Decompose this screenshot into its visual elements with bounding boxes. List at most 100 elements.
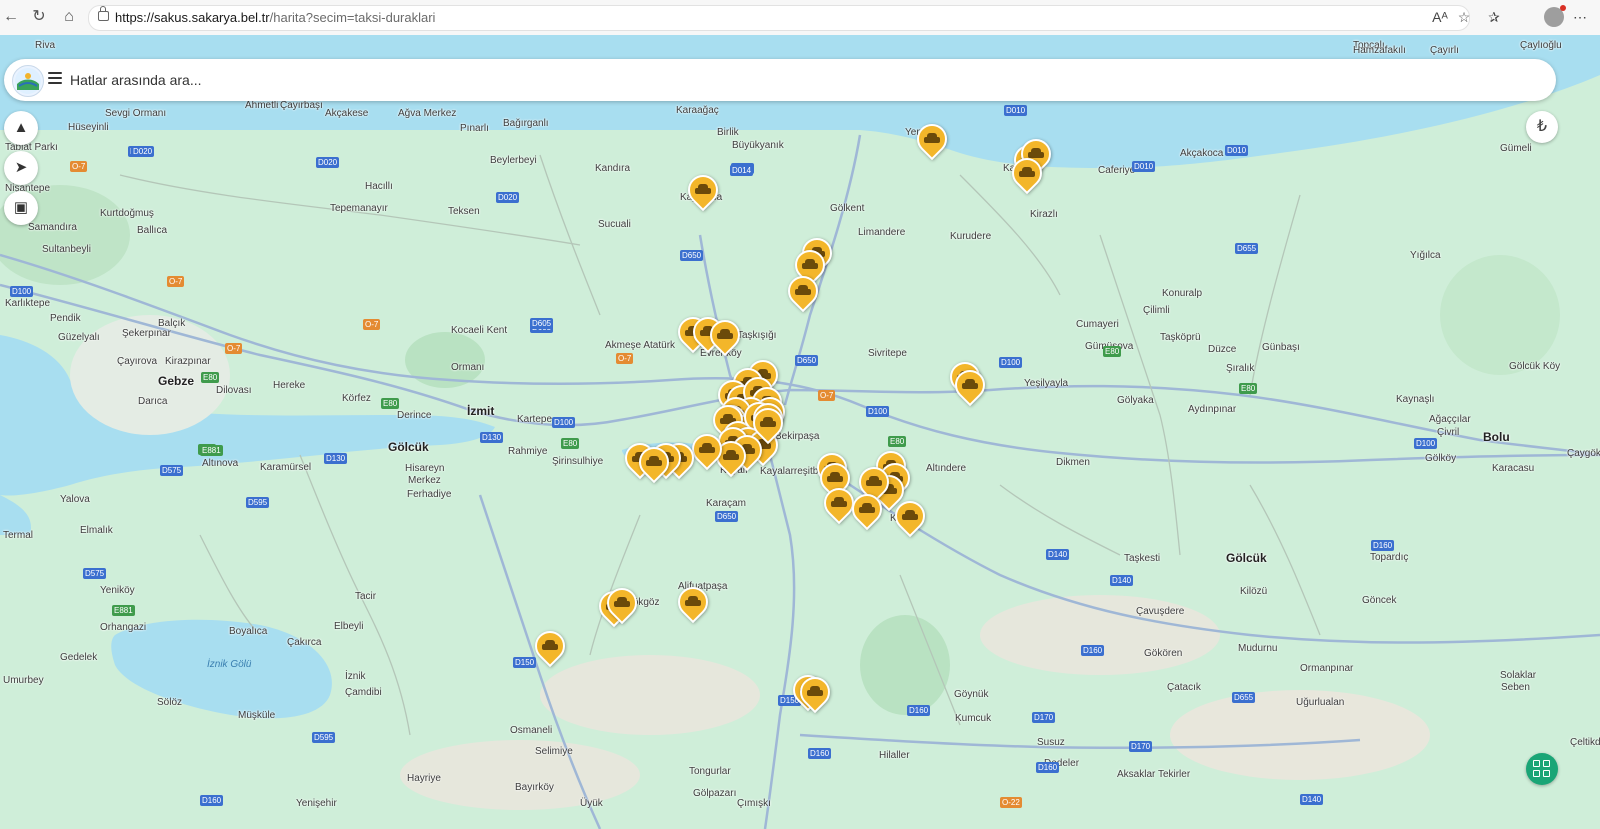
place-label: Çatacık xyxy=(1167,682,1201,693)
place-label: Aksaklar Tekirler xyxy=(1117,769,1191,780)
place-label: Hüseyinli xyxy=(68,122,109,133)
road-shield: E881 xyxy=(112,605,135,616)
taxi-icon xyxy=(831,497,847,507)
place-label: Tabiat Parkı xyxy=(5,142,58,153)
taxi-stop-marker[interactable] xyxy=(528,624,572,671)
taxi-icon xyxy=(646,456,662,466)
taxi-stop-marker[interactable] xyxy=(671,580,715,627)
place-label: Ormanpınar xyxy=(1300,663,1354,674)
place-label: Konuralp xyxy=(1162,288,1203,299)
place-label: Mudurnu xyxy=(1238,643,1278,654)
road-shield: E80 xyxy=(561,438,580,449)
place-label: Hereke xyxy=(273,380,306,391)
taxi-stop-marker[interactable] xyxy=(703,313,747,360)
reload-icon[interactable]: ↻ xyxy=(28,6,50,28)
place-label: Çayırlı xyxy=(1430,45,1459,56)
road-shield: D130 xyxy=(480,432,504,443)
place-label: İzmit xyxy=(467,404,495,418)
taxi-icon xyxy=(760,417,776,427)
taxi-stop-marker[interactable] xyxy=(1005,151,1049,198)
place-label: Samandıra xyxy=(28,222,77,233)
taxi-stop-marker[interactable] xyxy=(910,117,954,164)
favorite-star-icon[interactable]: ☆ xyxy=(1454,7,1474,27)
road-shield: D655 xyxy=(1235,243,1259,254)
place-label: Hisareyn xyxy=(405,463,445,474)
taxi-icon xyxy=(723,450,739,460)
place-label: Derince xyxy=(397,410,432,421)
search-input[interactable]: Hatlar arasında ara... xyxy=(70,72,202,88)
road-shield: D100 xyxy=(10,286,34,297)
place-label: Hilaller xyxy=(879,750,910,761)
taxi-stop-marker[interactable] xyxy=(793,670,837,717)
taxi-stop-marker[interactable] xyxy=(685,427,729,474)
road-shield: D020 xyxy=(131,146,155,157)
place-label: Büyükyanık xyxy=(732,140,784,151)
place-label: Gölcük xyxy=(1226,551,1267,565)
bus-route-icon[interactable]: ▣ xyxy=(4,191,38,225)
road-shield: E80 xyxy=(1239,383,1258,394)
profile-avatar[interactable] xyxy=(1544,5,1566,27)
hamburger-menu-icon[interactable] xyxy=(48,72,62,86)
place-label: Akçakoca xyxy=(1180,148,1224,159)
place-label: Hacıllı xyxy=(365,181,393,192)
place-label: Şekerpınar xyxy=(122,328,171,339)
taxi-stop-marker[interactable] xyxy=(817,481,861,528)
place-label: Kandıra xyxy=(595,163,631,174)
road-shield: D170 xyxy=(1032,712,1056,723)
place-label: Tongurlar xyxy=(689,766,731,777)
apps-grid-icon[interactable] xyxy=(1526,753,1558,785)
taxi-stop-marker[interactable] xyxy=(681,168,725,215)
place-label: Elbeyli xyxy=(334,621,364,632)
place-label: Cumayeri xyxy=(1076,319,1119,330)
place-label: Gölcük xyxy=(388,440,429,454)
place-label: İznik Gölü xyxy=(207,659,252,670)
place-label: Şıralık xyxy=(1226,363,1255,374)
compass-icon[interactable]: ▲ xyxy=(4,111,38,145)
road-shield: E80 xyxy=(1103,346,1122,357)
road-shield: D010 xyxy=(1132,161,1156,172)
place-label: Rahmiye xyxy=(508,446,548,457)
search-bar[interactable]: Hatlar arasında ara... xyxy=(4,59,1556,101)
place-label: Ferhadiye xyxy=(407,489,452,500)
place-label: Bolu xyxy=(1483,430,1510,444)
taxi-stop-marker[interactable] xyxy=(600,581,644,628)
place-label: Darıca xyxy=(138,396,168,407)
taxi-stop-marker[interactable] xyxy=(845,487,889,534)
locate-me-icon[interactable]: ➤ xyxy=(4,151,38,185)
more-options-icon[interactable]: ⋯ xyxy=(1570,7,1590,27)
taxi-stop-marker[interactable] xyxy=(632,440,676,487)
road-shield: D575 xyxy=(160,465,184,476)
home-icon[interactable]: ⌂ xyxy=(58,6,80,28)
place-label: Orhangazi xyxy=(100,622,147,633)
place-label: Taşköprü xyxy=(1160,332,1201,343)
browser-toolbar: ← ↻ ⌂ https://sakus.sakarya.bel.tr/harit… xyxy=(0,0,1600,36)
road-shield: D595 xyxy=(312,732,336,743)
sakus-logo[interactable] xyxy=(12,65,44,97)
road-shield: D130 xyxy=(324,453,348,464)
place-label: Aydınpınar xyxy=(1188,404,1237,415)
place-label: Yeniköy xyxy=(100,585,135,596)
taxi-stop-marker[interactable] xyxy=(888,494,932,541)
place-label: Gökören xyxy=(1144,648,1183,659)
place-label: Termal xyxy=(3,530,34,541)
place-label: Sevgi Ormanı xyxy=(105,108,167,119)
road-shield: D650 xyxy=(795,355,819,366)
road-shield: D650 xyxy=(715,511,739,522)
map-canvas[interactable]: Riva Topçalı Hamzafakılı Çayırlı Çaylıoğlu Se… xyxy=(0,35,1600,829)
taxi-stop-marker[interactable] xyxy=(781,269,825,316)
read-aloud-icon[interactable]: Aᴬ xyxy=(1430,7,1450,27)
place-label: Müşküle xyxy=(238,710,276,721)
road-shield: D160 xyxy=(1081,645,1105,656)
place-label: Kurudere xyxy=(950,231,992,242)
fare-lira-icon[interactable]: ₺ xyxy=(1526,111,1558,143)
road-shield: D010 xyxy=(1225,145,1249,156)
place-label: Çaygökpınar xyxy=(1567,448,1600,459)
address-bar[interactable]: https://sakus.sakarya.bel.tr/harita?seci… xyxy=(88,5,1470,31)
place-label: Kumcuk xyxy=(955,713,992,724)
place-label: Göynük xyxy=(954,689,989,700)
favorites-list-icon[interactable]: ✰ xyxy=(1484,7,1504,27)
place-label: Düzce xyxy=(1208,344,1237,355)
taxi-stop-marker[interactable] xyxy=(948,363,992,410)
place-label: Ballıca xyxy=(137,225,168,236)
back-icon[interactable]: ← xyxy=(0,6,22,28)
